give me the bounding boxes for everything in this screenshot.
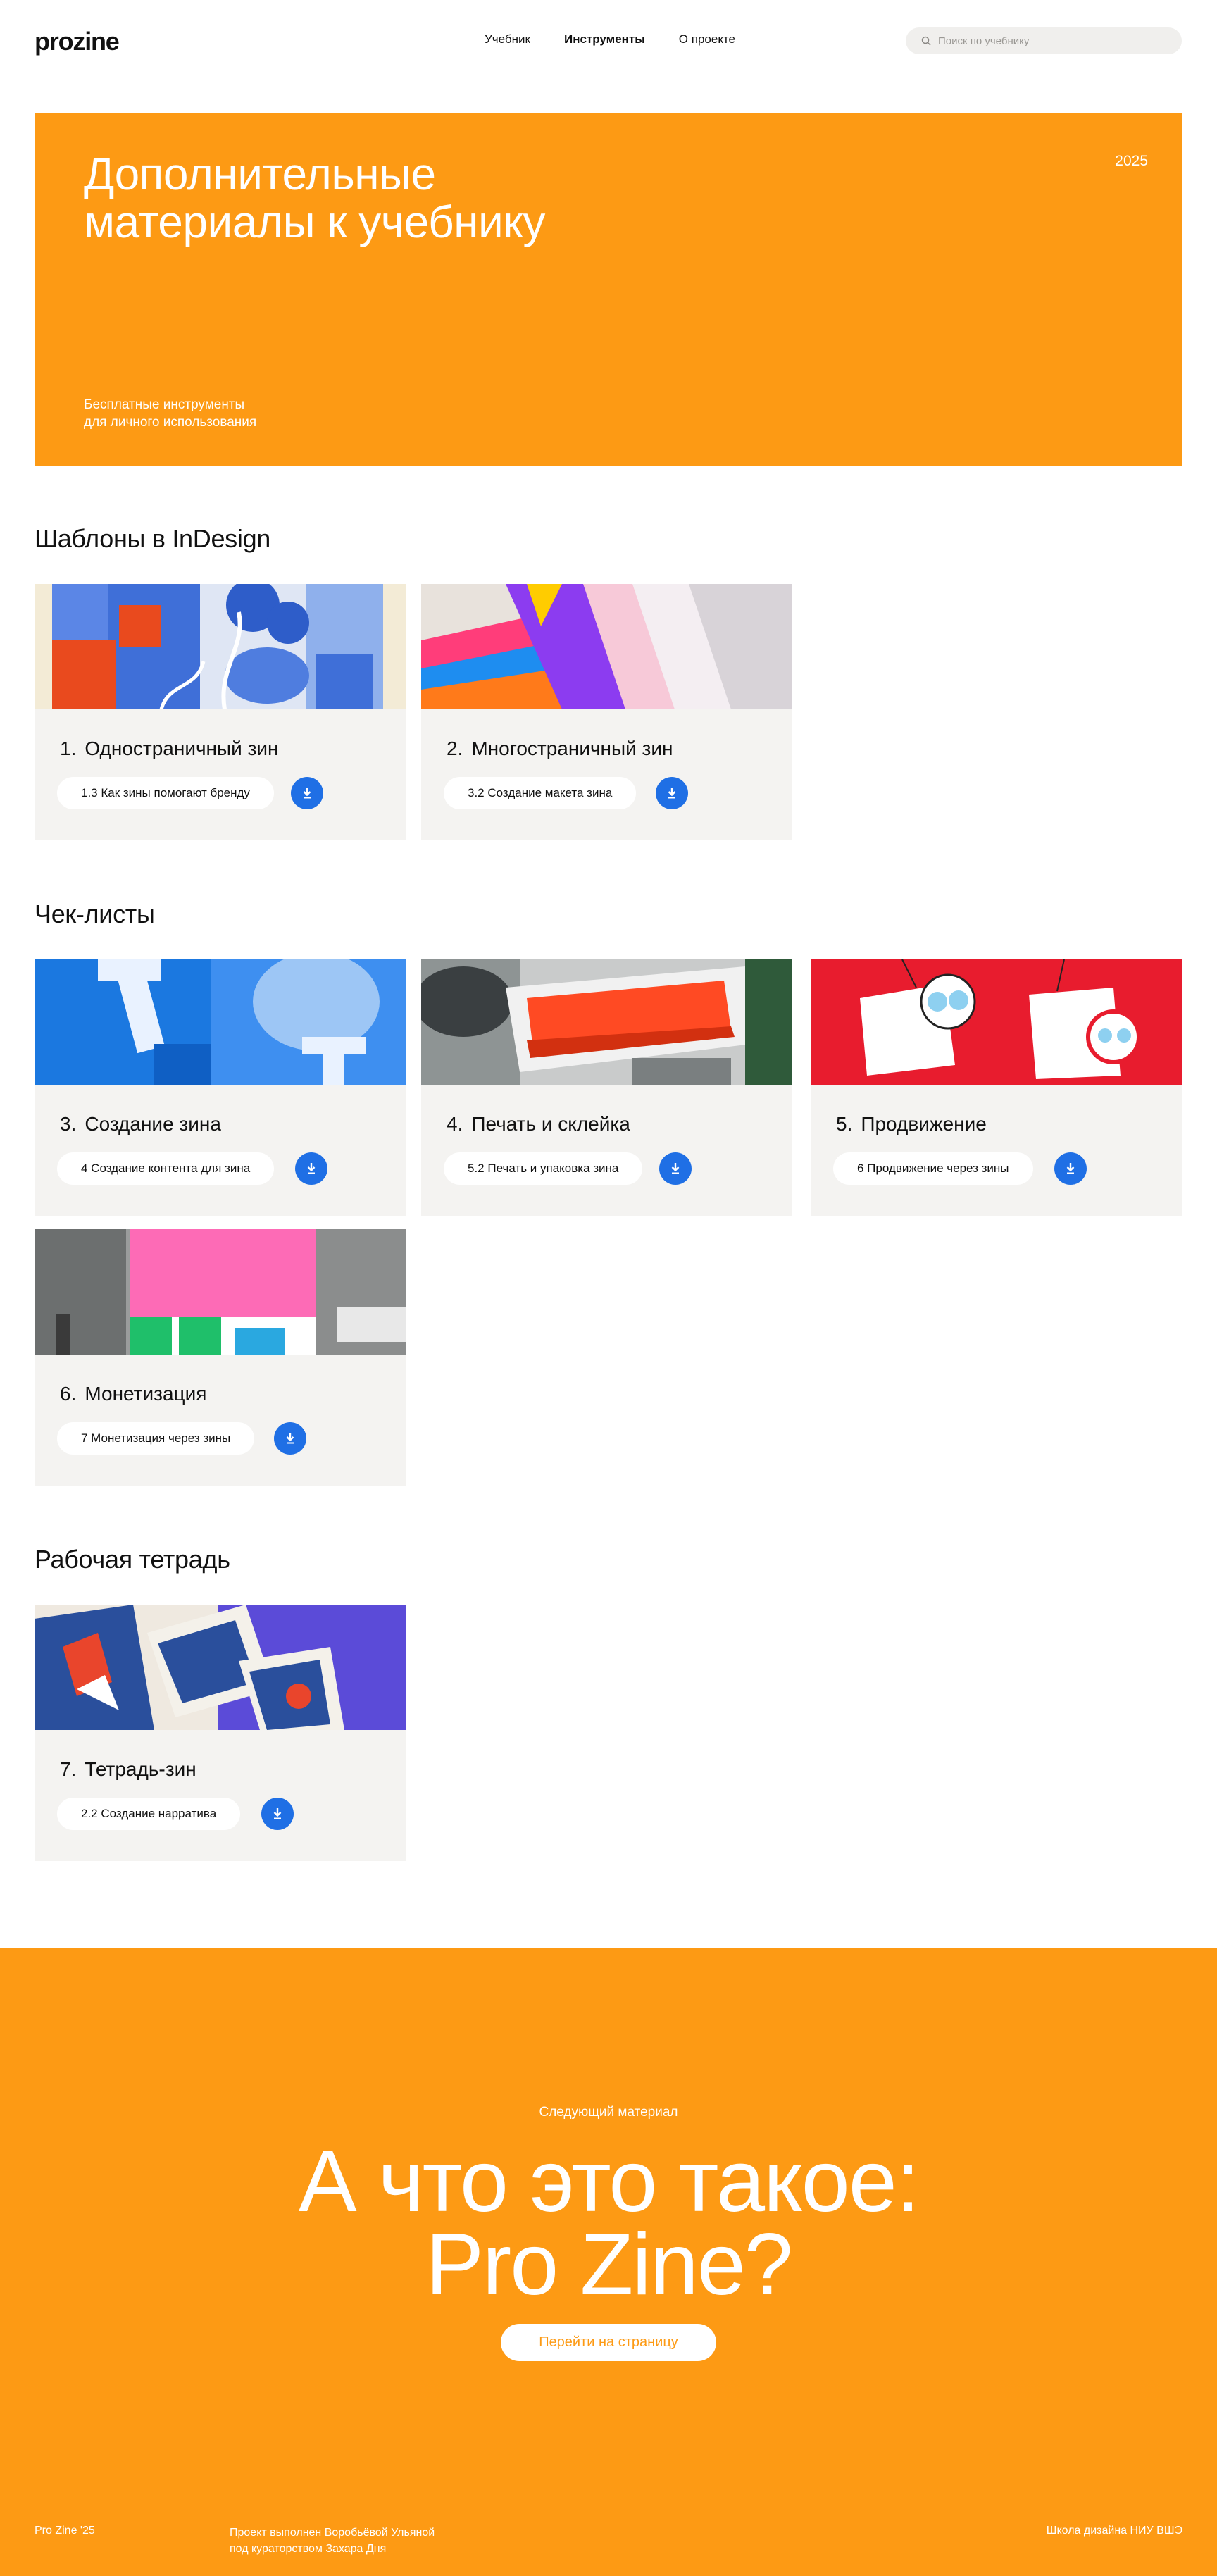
card-image <box>421 584 792 709</box>
card-title: 4. Печать и склейка <box>447 1113 630 1135</box>
card-title-text: Печать и склейка <box>471 1113 630 1135</box>
download-icon <box>303 788 311 799</box>
go-to-page-button[interactable]: Перейти на страницу <box>501 2324 716 2361</box>
search-icon <box>921 36 931 46</box>
site-header: prozine Учебник Инструменты О проекте <box>0 0 1217 82</box>
download-button[interactable] <box>295 1152 327 1185</box>
card-number: 5. <box>836 1113 853 1135</box>
download-icon <box>671 1163 680 1174</box>
card-image <box>35 1229 406 1355</box>
card-number: 4. <box>447 1113 463 1135</box>
next-material-title: А что это такое: Pro Zine? <box>298 2133 920 2313</box>
footer-school-link[interactable]: Школа дизайна НИУ ВШЭ <box>1047 2525 1182 2537</box>
card-title: 6. Монетизация <box>60 1383 206 1405</box>
download-icon <box>286 1433 294 1444</box>
card-title: 2. Многостраничный зин <box>447 738 673 760</box>
card-title: 1. Одностраничный зин <box>60 738 279 760</box>
card-number: 3. <box>60 1113 77 1135</box>
nav-item-textbook[interactable]: Учебник <box>485 32 530 46</box>
card-number: 6. <box>60 1383 77 1405</box>
card-number: 2. <box>447 738 463 759</box>
download-button[interactable] <box>1054 1152 1087 1185</box>
card-workbook-zine[interactable]: 7. Тетрадь-зин 2.2 Создание нарратива <box>35 1605 406 1861</box>
card-number: 7. <box>60 1758 77 1780</box>
hero-banner: Дополнительные материалы к учебнику 2025… <box>35 113 1182 466</box>
card-image <box>35 1605 406 1730</box>
card-image <box>811 959 1182 1085</box>
page-title: Дополнительные материалы к учебнику <box>84 149 545 247</box>
card-title-text: Создание зина <box>85 1113 221 1135</box>
next-material-label: Следующий материал <box>539 2105 678 2120</box>
chapter-link[interactable]: 6 Продвижение через зины <box>833 1152 1033 1185</box>
chapter-link[interactable]: 4 Создание контента для зина <box>57 1152 275 1185</box>
card-number: 1. <box>60 738 77 759</box>
chapter-link[interactable]: 3.2 Создание макета зина <box>444 777 637 809</box>
card-monetization[interactable]: 6. Монетизация 7 Монетизация через зины <box>35 1229 406 1486</box>
card-promotion[interactable]: 5. Продвижение 6 Продвижение через зины <box>811 959 1182 1216</box>
section-title-workbook: Рабочая тетрадь <box>35 1545 230 1574</box>
download-icon <box>273 1808 282 1819</box>
section-title-templates: Шаблоны в InDesign <box>35 524 271 553</box>
download-icon <box>307 1163 316 1174</box>
next-material-section: Следующий материал А что это такое: Pro … <box>0 1948 1217 2576</box>
download-button[interactable] <box>261 1798 294 1830</box>
chapter-link[interactable]: 7 Монетизация через зины <box>57 1422 255 1455</box>
section-title-checklists: Чек-листы <box>35 900 155 928</box>
download-button[interactable] <box>659 1152 692 1185</box>
card-one-page-zine[interactable]: 1. Одностраничный зин 1.3 Как зины помога… <box>35 584 406 840</box>
card-title-text: Одностраничный зин <box>85 738 279 759</box>
download-icon <box>668 788 676 799</box>
card-image <box>35 959 406 1085</box>
hero-subtitle: Бесплатные инструменты для личного испол… <box>84 397 257 430</box>
card-title-text: Многостраничный зин <box>471 738 673 759</box>
card-image <box>35 584 406 709</box>
chapter-link[interactable]: 1.3 Как зины помогают бренду <box>57 777 274 809</box>
download-icon <box>1066 1163 1075 1174</box>
card-multi-page-zine[interactable]: 2. Многостраничный зин 3.2 Создание макет… <box>421 584 792 840</box>
card-image <box>421 959 792 1085</box>
chapter-link[interactable]: 2.2 Создание нарратива <box>57 1798 241 1830</box>
card-title-text: Продвижение <box>861 1113 987 1135</box>
download-button[interactable] <box>656 777 688 809</box>
nav-item-tools[interactable]: Инструменты <box>564 32 645 46</box>
download-button[interactable] <box>291 777 323 809</box>
card-print-binding[interactable]: 4. Печать и склейка 5.2 Печать и упаковка… <box>421 959 792 1216</box>
card-title-text: Тетрадь-зин <box>85 1758 196 1780</box>
year-label: 2025 <box>1115 153 1148 169</box>
footer-copyright: Pro Zine '25 <box>35 2525 95 2537</box>
card-title: 7. Тетрадь-зин <box>60 1758 196 1781</box>
chapter-link[interactable]: 5.2 Печать и упаковка зина <box>444 1152 643 1185</box>
logo[interactable]: prozine <box>35 27 120 56</box>
main-nav: Учебник Инструменты О проекте <box>485 32 735 46</box>
search-bar[interactable] <box>906 27 1182 54</box>
search-input[interactable] <box>938 35 1163 47</box>
card-title: 3. Создание зина <box>60 1113 221 1135</box>
card-title-text: Монетизация <box>85 1383 207 1405</box>
footer-credits: Проект выполнен Воробьёвой Ульяной под к… <box>230 2527 435 2555</box>
card-zine-creation[interactable]: 3. Создание зина 4 Создание контента для … <box>35 959 406 1216</box>
download-button[interactable] <box>274 1422 306 1455</box>
nav-item-about[interactable]: О проекте <box>679 32 735 46</box>
card-title: 5. Продвижение <box>836 1113 987 1135</box>
